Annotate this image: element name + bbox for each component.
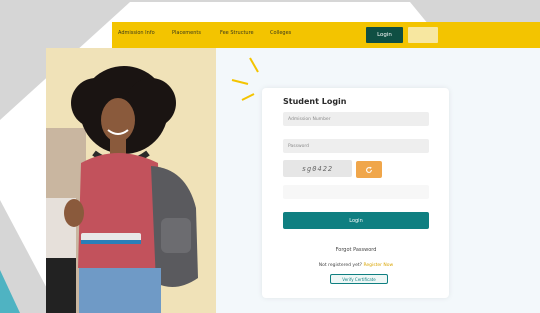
forgot-password-link[interactable]: Forgot Password — [283, 247, 429, 253]
register-prompt: Not registered yet? Register Now — [283, 263, 429, 268]
hero-image — [46, 48, 216, 313]
nav-secondary-button[interactable] — [408, 27, 438, 43]
nav-link-colleges[interactable]: Colleges — [270, 30, 291, 36]
login-page: Admission Info Placements Fee Structure … — [0, 0, 540, 313]
nav-link-placements[interactable]: Placements — [172, 30, 201, 36]
nav-link-admission[interactable]: Admission Info — [118, 30, 155, 36]
top-navbar: Admission Info Placements Fee Structure … — [112, 22, 540, 48]
submit-login-button[interactable]: Login — [283, 212, 429, 229]
register-prefix: Not registered yet? — [318, 263, 362, 268]
register-link[interactable]: Register Now — [363, 263, 393, 268]
refresh-icon — [366, 166, 372, 173]
nav-link-fees[interactable]: Fee Structure — [220, 30, 254, 36]
captcha-image: sg0422 — [283, 160, 352, 177]
student-illustration — [46, 66, 198, 313]
password-input[interactable]: Password — [283, 139, 429, 153]
login-title: Student Login — [283, 97, 347, 106]
username-input[interactable]: Admission Number — [283, 112, 429, 126]
verify-certificate-button[interactable]: Verify Certificate — [330, 274, 388, 284]
refresh-captcha-button[interactable] — [356, 161, 382, 178]
nav-login-button[interactable]: Login — [366, 27, 403, 43]
captcha-input[interactable] — [283, 185, 429, 199]
